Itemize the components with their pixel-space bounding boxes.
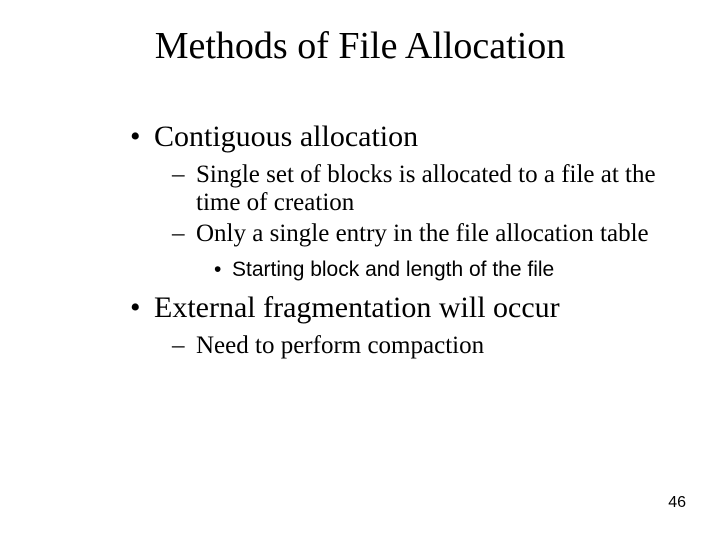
- slide: Methods of File Allocation Contiguous al…: [0, 0, 720, 540]
- sub-group: Need to perform compaction: [130, 332, 670, 361]
- bullet-text: Contiguous allocation: [154, 120, 418, 153]
- bullet-fragmentation: External fragmentation will occur: [130, 291, 670, 326]
- page-number: 46: [668, 494, 686, 512]
- subsub-bullet: Starting block and length of the file: [130, 257, 670, 283]
- bullet-text: External fragmentation will occur: [154, 291, 560, 324]
- bullet-contiguous: Contiguous allocation: [130, 120, 670, 155]
- slide-title: Methods of File Allocation: [0, 24, 720, 68]
- sub-bullet-text: Single set of blocks is allocated to a f…: [196, 161, 656, 217]
- subsub-bullet-text: Starting block and length of the file: [232, 258, 554, 281]
- sub-group: Single set of blocks is allocated to a f…: [130, 161, 670, 284]
- sub-bullet: Single set of blocks is allocated to a f…: [130, 161, 670, 219]
- sub-bullet-text: Only a single entry in the file allocati…: [196, 220, 649, 247]
- slide-body: Contiguous allocation Single set of bloc…: [130, 120, 670, 364]
- sub-bullet-text: Need to perform compaction: [196, 332, 484, 359]
- sub-bullet: Only a single entry in the file allocati…: [130, 220, 670, 249]
- sub-bullet: Need to perform compaction: [130, 332, 670, 361]
